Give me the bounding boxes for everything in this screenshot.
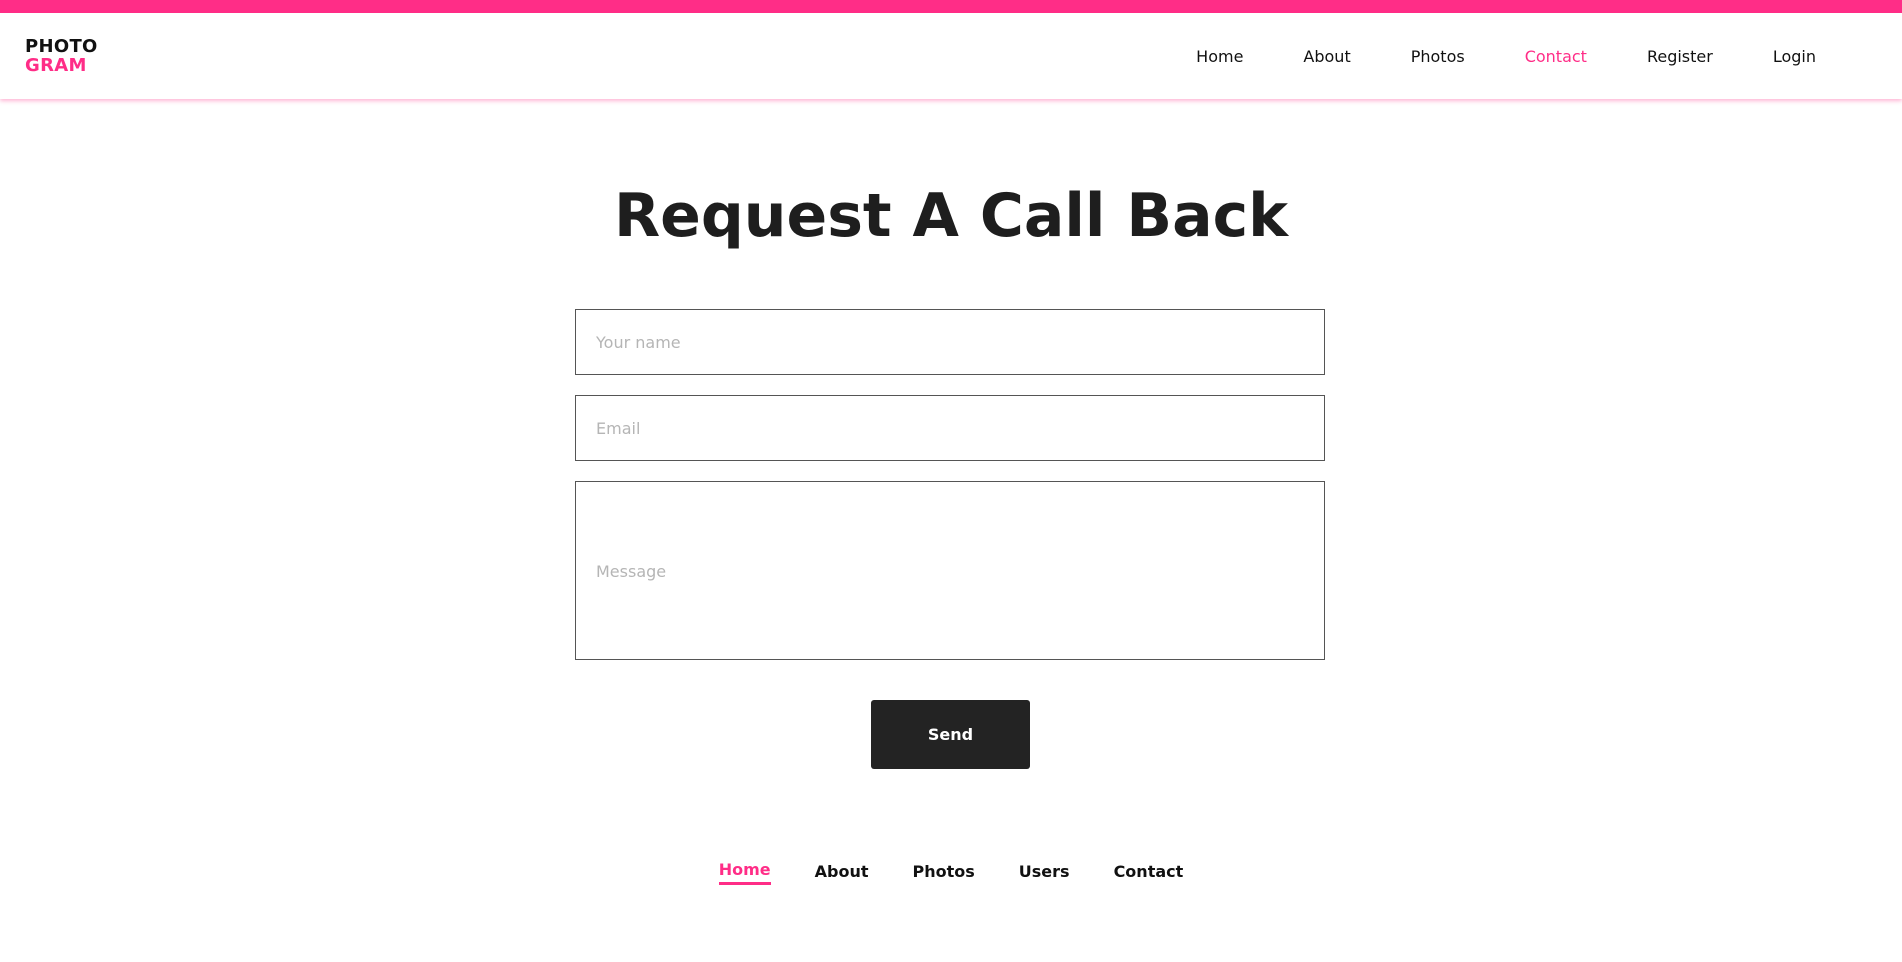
- top-accent-stripe: [0, 0, 1902, 13]
- main-nav: Home About Photos Contact Register Login: [1196, 13, 1902, 99]
- footer-link-home[interactable]: Home: [718, 860, 771, 885]
- page-title: Request A Call Back: [613, 181, 1289, 251]
- nav-link-contact[interactable]: Contact: [1525, 47, 1587, 66]
- top-navbar: PHOTO GRAM Home About Photos Contact Reg…: [0, 13, 1902, 99]
- footer-link-contact[interactable]: Contact: [1114, 862, 1184, 884]
- nav-link-home[interactable]: Home: [1196, 47, 1243, 66]
- nav-link-photos[interactable]: Photos: [1411, 47, 1465, 66]
- footer-nav: Home About Photos Users Contact: [0, 860, 1902, 885]
- email-input[interactable]: [575, 395, 1325, 461]
- footer-link-users[interactable]: Users: [1019, 862, 1070, 884]
- send-button[interactable]: Send: [871, 700, 1030, 769]
- footer-link-photos[interactable]: Photos: [913, 862, 975, 884]
- footer-link-about[interactable]: About: [815, 862, 869, 884]
- nav-link-login[interactable]: Login: [1773, 47, 1816, 66]
- name-input[interactable]: [575, 309, 1325, 375]
- nav-link-about[interactable]: About: [1303, 47, 1350, 66]
- logo-line-gram: GRAM: [25, 55, 87, 76]
- nav-link-register[interactable]: Register: [1647, 47, 1713, 66]
- message-textarea[interactable]: [575, 481, 1325, 660]
- photogram-logo[interactable]: PHOTO GRAM: [25, 37, 98, 75]
- logo-line-photo: PHOTO: [25, 36, 98, 57]
